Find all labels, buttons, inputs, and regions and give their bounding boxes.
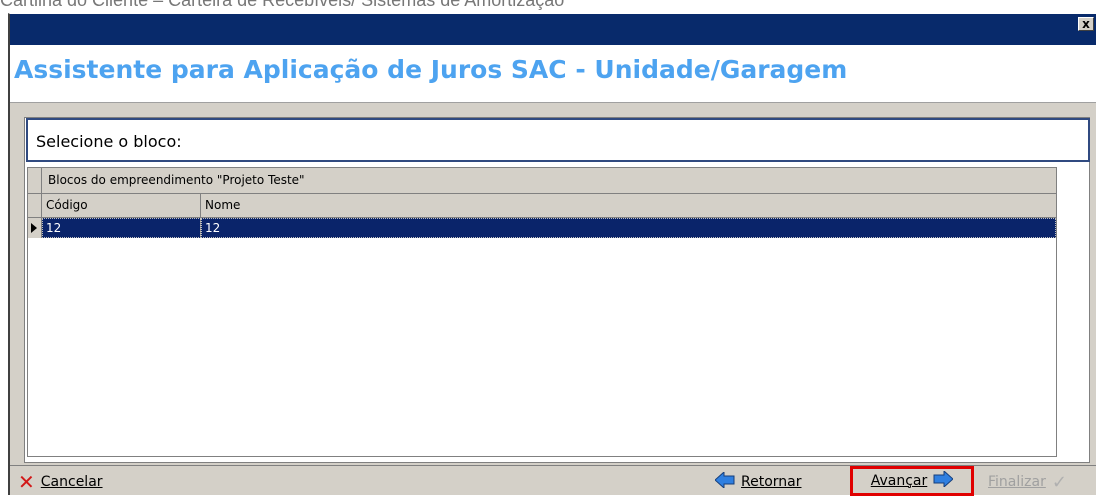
cell-codigo-value: 12 (46, 221, 62, 235)
close-window-button[interactable]: x (1078, 17, 1094, 31)
arrow-right-icon (933, 469, 955, 491)
grid-caption: Blocos do empreendimento "Projeto Teste" (28, 168, 1056, 194)
back-button[interactable]: Retornar (714, 468, 802, 496)
close-x-icon: ✕ (18, 470, 35, 494)
grid-header-indicator (28, 194, 42, 217)
grid-caption-text: Blocos do empreendimento "Projeto Teste" (48, 173, 305, 187)
grid-caption-indicator (28, 168, 42, 193)
cancel-button[interactable]: ✕ Cancelar (18, 468, 103, 496)
next-button[interactable]: Avançar (850, 466, 974, 496)
back-button-label: Retornar (741, 474, 802, 490)
prompt-label: Selecione o bloco: (36, 132, 182, 151)
current-row-arrow-icon (31, 223, 37, 233)
title-bar: x (10, 14, 1096, 45)
prompt-panel: Selecione o bloco: (26, 118, 1090, 162)
cancel-button-label: Cancelar (40, 474, 103, 490)
wizard-window: x Assistente para Aplicação de Juros SAC… (8, 13, 1096, 496)
column-header-nome[interactable]: Nome (201, 194, 1056, 217)
grid-header-row: Código Nome (28, 194, 1056, 218)
row-indicator (28, 218, 42, 238)
column-header-codigo[interactable]: Código (42, 194, 201, 217)
next-button-label: Avançar (870, 473, 928, 489)
blocks-grid[interactable]: Blocos do empreendimento "Projeto Teste"… (27, 167, 1057, 457)
cell-codigo[interactable]: 12 (42, 218, 201, 238)
header-divider (10, 102, 1096, 103)
checkmark-icon: ✓ (1051, 471, 1067, 493)
column-header-nome-label: Nome (205, 198, 241, 212)
cell-nome[interactable]: 12 (201, 218, 1056, 238)
table-row[interactable]: 12 12 (28, 218, 1056, 238)
background-document-caption: Cartilha do Cliente – Carteira de Recebí… (0, 0, 565, 10)
column-header-codigo-label: Código (46, 198, 88, 212)
arrow-left-icon (714, 470, 735, 492)
finish-button[interactable]: Finalizar ✓ (988, 468, 1067, 496)
wizard-header: Assistente para Aplicação de Juros SAC -… (10, 45, 1096, 102)
cell-nome-value: 12 (205, 221, 221, 235)
wizard-title: Assistente para Aplicação de Juros SAC -… (14, 55, 848, 84)
finish-button-label: Finalizar (988, 474, 1046, 490)
